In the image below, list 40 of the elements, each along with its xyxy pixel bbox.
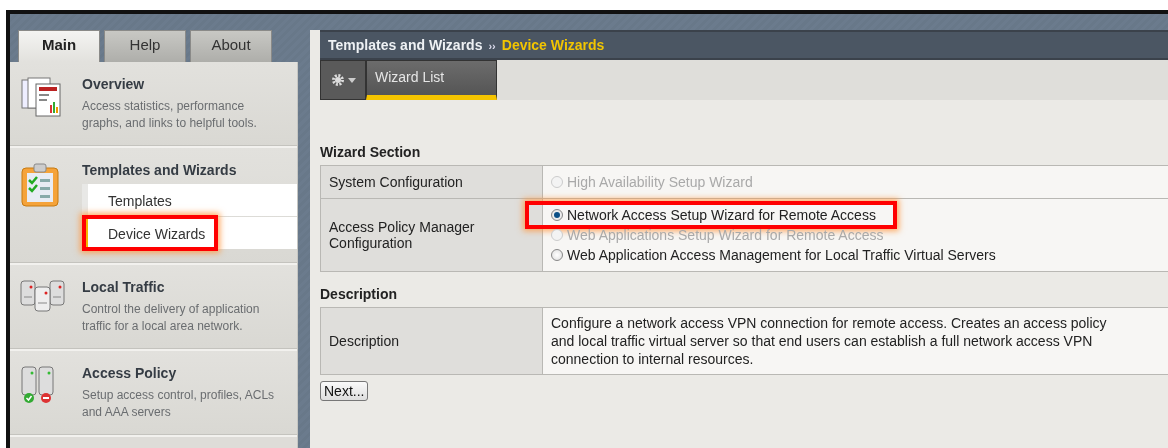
- row-label: Description: [320, 307, 543, 375]
- next-button[interactable]: Next...: [320, 381, 369, 401]
- page-title: Device Wizards: [501, 37, 605, 53]
- submenu-item[interactable]: Templates: [82, 184, 297, 216]
- radio-button[interactable]: [551, 209, 563, 221]
- section-description: Access statistics, performance graphs, and links to helpful tools.: [82, 98, 258, 132]
- caret-icon: [347, 77, 356, 83]
- toolbar-tab[interactable]: Wizard List: [366, 60, 497, 100]
- radio-option: High Availability Setup Wizard: [551, 172, 753, 192]
- submenu-item[interactable]: Device Wizards: [82, 217, 297, 249]
- radio-option[interactable]: Network Access Setup Wizard for Remote Access: [551, 205, 876, 225]
- sidebar-tab[interactable]: Main: [18, 30, 100, 62]
- sidebar-section[interactable]: Overview Access statistics, performance graphs, and links to helpful tools.: [10, 62, 297, 148]
- section-title[interactable]: Overview: [82, 76, 285, 92]
- gear-menu-button[interactable]: [320, 60, 366, 100]
- report-icon: [20, 76, 64, 118]
- section-heading: Description: [320, 286, 398, 302]
- radio-option: Web Applications Setup Wizard for Remote Access: [551, 225, 884, 245]
- section-description: Setup access control, profiles, ACLs and AAA servers: [82, 387, 276, 421]
- section-description: Control the delivery of application traffic for a local area network.: [82, 301, 261, 335]
- breadcrumb-parent[interactable]: Templates and Wizards: [328, 37, 483, 53]
- sidebar-section[interactable]: Templates and Wizards Templates Device Wizards: [10, 148, 297, 265]
- sidebar-tab[interactable]: Help: [104, 30, 186, 62]
- sidebar-section[interactable]: Access Policy Setup access control, profiles, ACLs and AAA servers: [10, 351, 297, 437]
- sidebar-tab[interactable]: About: [190, 30, 272, 62]
- section-title[interactable]: Access Policy: [82, 365, 285, 381]
- section-title[interactable]: Templates and Wizards: [82, 162, 285, 178]
- section-heading: Wizard Section: [320, 144, 422, 160]
- servers-status-icon: [20, 365, 56, 405]
- breadcrumb-separator: ››: [488, 40, 496, 52]
- clipboard-icon: [20, 162, 60, 208]
- row-label: Access Policy Manager Configuration: [320, 198, 543, 272]
- description-text: Configure a network access VPN connection for remote access. Creates an access policy and local traffic virtual server so that end users can establish a full network access VPN connection to internal resources.: [551, 314, 1108, 368]
- sidebar-section[interactable]: Local Traffic Control the delivery of application traffic for a local area network.: [10, 265, 297, 351]
- servers-icon: [20, 279, 66, 313]
- row-label: System Configuration: [320, 165, 543, 199]
- radio-button[interactable]: [551, 249, 563, 261]
- section-title[interactable]: Local Traffic: [82, 279, 285, 295]
- radio-option[interactable]: Web Application Access Management for Local Traffic Virtual Servers: [551, 245, 996, 265]
- gear-icon: [330, 73, 345, 87]
